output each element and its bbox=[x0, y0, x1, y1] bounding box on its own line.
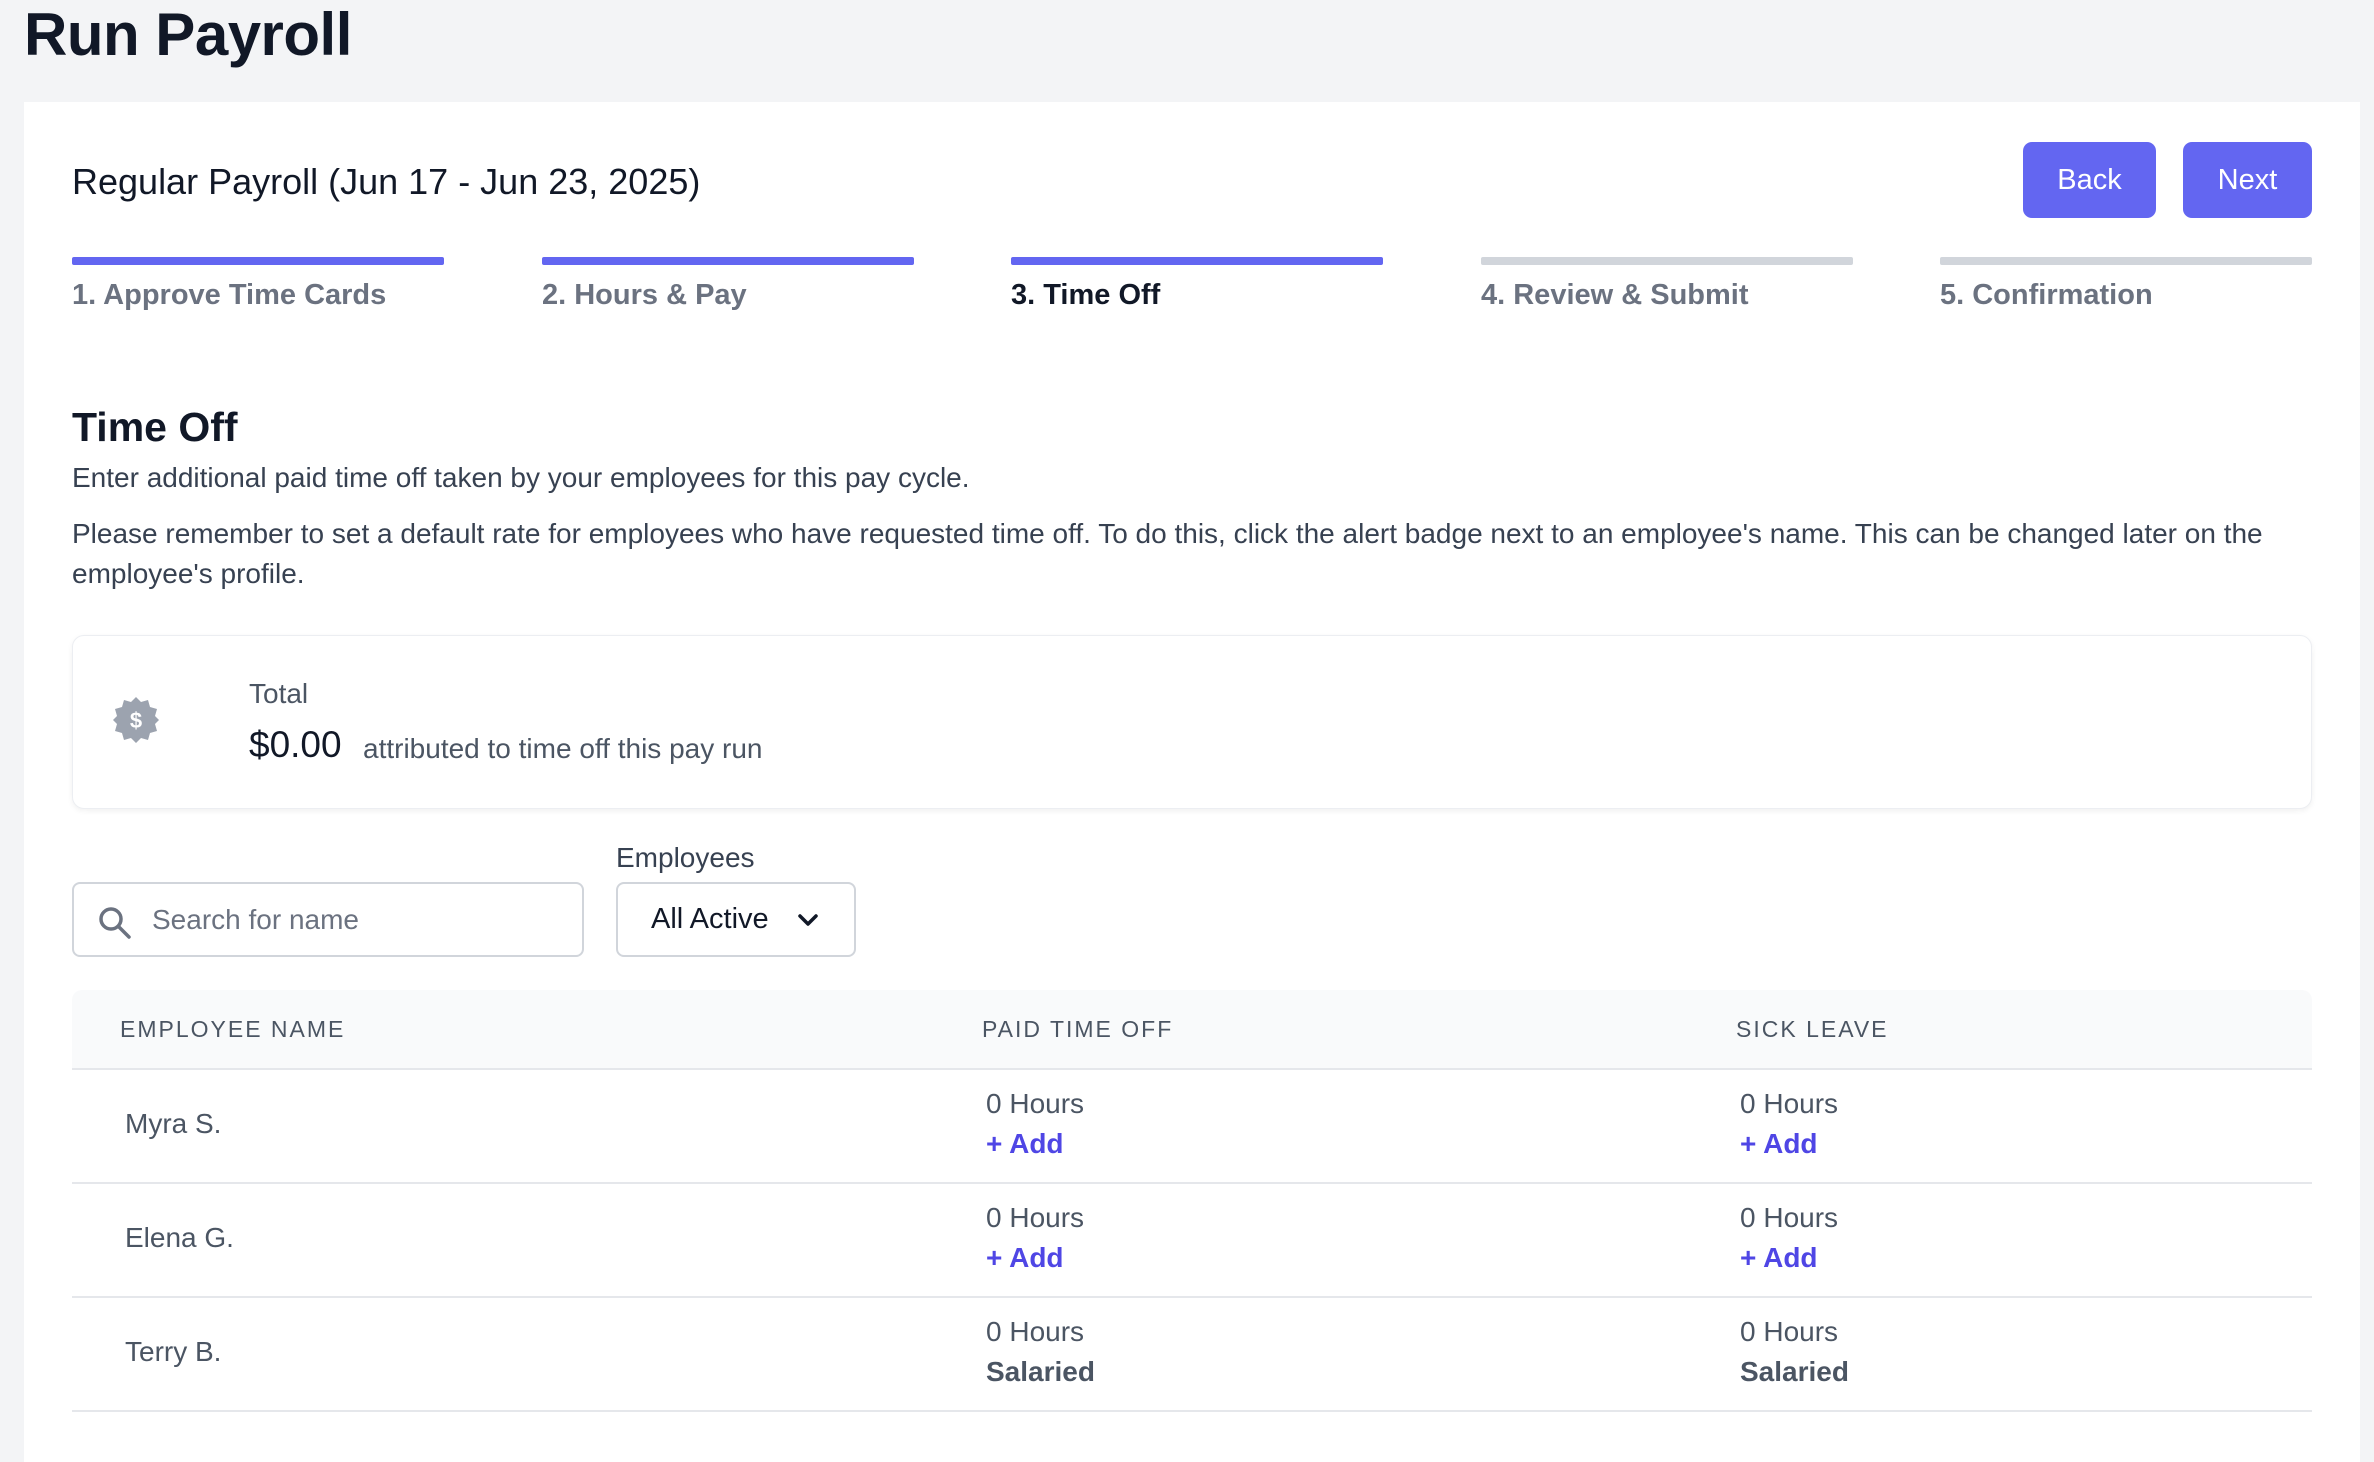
step-progress-bar bbox=[1011, 257, 1383, 265]
sick-hours: 0 Hours bbox=[1740, 1202, 1839, 1233]
step-label: 4. Review & Submit bbox=[1481, 279, 1749, 311]
pto-hours: 0 Hours bbox=[986, 1202, 1085, 1233]
add-sick-leave-link[interactable]: + Add bbox=[1740, 1242, 1818, 1274]
step-label: 2. Hours & Pay bbox=[542, 279, 747, 311]
table-header: EMPLOYEE NAME PAID TIME OFF SICK LEAVE bbox=[72, 990, 2312, 1070]
step-label: 1. Approve Time Cards bbox=[72, 279, 387, 311]
employee-name: Elena G. bbox=[125, 1222, 234, 1253]
section-reminder: Please remember to set a default rate fo… bbox=[72, 518, 2263, 589]
page-title: Run Payroll bbox=[24, 1, 352, 68]
add-pto-link[interactable]: + Add bbox=[986, 1128, 1064, 1160]
search-box[interactable] bbox=[72, 882, 584, 957]
sick-hours: 0 Hours bbox=[1740, 1316, 1839, 1347]
employees-filter-select[interactable]: All Active bbox=[616, 882, 856, 957]
time-off-table: EMPLOYEE NAME PAID TIME OFF SICK LEAVE M… bbox=[72, 990, 2312, 1412]
column-header-sick-leave: SICK LEAVE bbox=[1736, 1016, 1889, 1042]
step-label: 3. Time Off bbox=[1011, 279, 1161, 311]
svg-text:$: $ bbox=[130, 708, 142, 733]
total-description: attributed to time off this pay run bbox=[363, 733, 763, 764]
step-hours-and-pay[interactable]: 2. Hours & Pay bbox=[542, 257, 914, 312]
pto-hours: 0 Hours bbox=[986, 1088, 1085, 1119]
table-row: Elena G. 0 Hours + Add 0 Hours + Add bbox=[72, 1184, 2312, 1298]
dollar-badge-icon: $ bbox=[113, 697, 159, 743]
sick-hours: 0 Hours bbox=[1740, 1088, 1839, 1119]
pto-salaried-label: Salaried bbox=[986, 1356, 1095, 1387]
step-progress-bar bbox=[542, 257, 914, 265]
add-sick-leave-link[interactable]: + Add bbox=[1740, 1128, 1818, 1160]
step-time-off[interactable]: 3. Time Off bbox=[1011, 257, 1383, 312]
step-progress-bar bbox=[1940, 257, 2312, 265]
total-summary-card: $ Total $0.00 attributed to time off thi… bbox=[72, 635, 2312, 809]
table-row: Terry B. 0 Hours Salaried 0 Hours Salari… bbox=[72, 1298, 2312, 1412]
step-approve-time-cards[interactable]: 1. Approve Time Cards bbox=[72, 257, 444, 312]
total-amount: $0.00 bbox=[249, 724, 342, 765]
employee-name: Myra S. bbox=[125, 1108, 222, 1139]
column-header-employee-name: EMPLOYEE NAME bbox=[120, 1016, 346, 1042]
step-confirmation[interactable]: 5. Confirmation bbox=[1940, 257, 2312, 312]
payroll-period-title: Regular Payroll (Jun 17 - Jun 23, 2025) bbox=[72, 161, 701, 202]
step-progress-bar bbox=[72, 257, 444, 265]
employee-name: Terry B. bbox=[125, 1336, 222, 1367]
step-review-and-submit[interactable]: 4. Review & Submit bbox=[1481, 257, 1853, 312]
add-pto-link[interactable]: + Add bbox=[986, 1242, 1064, 1274]
section-description: Enter additional paid time off taken by … bbox=[72, 462, 970, 493]
section-title: Time Off bbox=[72, 404, 238, 450]
total-label: Total bbox=[249, 678, 309, 709]
employees-filter-label: Employees bbox=[616, 842, 755, 873]
sick-salaried-label: Salaried bbox=[1740, 1356, 1849, 1387]
step-label: 5. Confirmation bbox=[1940, 279, 2153, 311]
chevron-down-icon bbox=[798, 914, 818, 926]
pto-hours: 0 Hours bbox=[986, 1316, 1085, 1347]
payroll-card: Regular Payroll (Jun 17 - Jun 23, 2025) … bbox=[24, 102, 2360, 1462]
next-button[interactable]: Next bbox=[2183, 142, 2312, 218]
back-button[interactable]: Back bbox=[2023, 142, 2156, 218]
step-progress-bar bbox=[1481, 257, 1853, 265]
column-header-paid-time-off: PAID TIME OFF bbox=[982, 1016, 1174, 1042]
search-input[interactable] bbox=[152, 894, 572, 946]
table-row: Myra S. 0 Hours + Add 0 Hours + Add bbox=[72, 1070, 2312, 1184]
progress-steps: 1. Approve Time Cards 2. Hours & Pay 3. … bbox=[72, 257, 2312, 317]
search-icon bbox=[99, 907, 131, 939]
employees-filter-value: All Active bbox=[651, 903, 769, 935]
